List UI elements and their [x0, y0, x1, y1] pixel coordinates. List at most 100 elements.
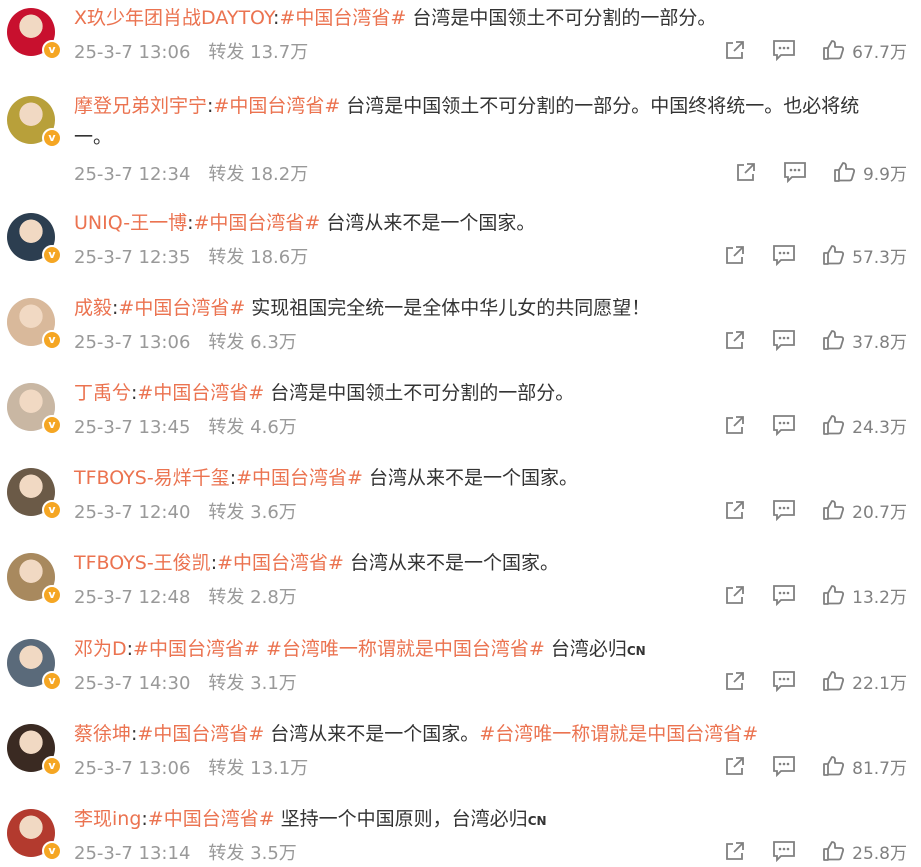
- comment-icon[interactable]: [772, 584, 796, 606]
- comment-text: 成毅:#中国台湾省# 实现祖国完全统一是全体中华儿女的共同愿望！: [74, 293, 893, 324]
- comment-icon[interactable]: [772, 329, 796, 351]
- timestamp[interactable]: 25-3-7 12:40: [74, 502, 190, 523]
- repost-value: 3.5万: [250, 843, 297, 864]
- share-icon[interactable]: [724, 840, 746, 862]
- repost-value: 3.6万: [250, 502, 297, 523]
- comment-body: 台湾必归: [544, 638, 627, 660]
- comment-meta: 25-3-7 14:30 转发 3.1万: [74, 669, 297, 695]
- username-link[interactable]: 成毅: [74, 297, 112, 319]
- comment-meta: 25-3-7 12:48 转发 2.8万: [74, 583, 297, 609]
- like-button[interactable]: 22.1万: [822, 669, 907, 694]
- comment-body: 台湾是中国领土不可分割的一部分。: [264, 382, 575, 404]
- timestamp[interactable]: 25-3-7 13:14: [74, 843, 190, 864]
- share-icon[interactable]: [724, 584, 746, 606]
- comment-icon[interactable]: [772, 39, 796, 61]
- like-button[interactable]: 13.2万: [822, 583, 907, 608]
- cn-label: CN: [527, 814, 547, 828]
- share-icon[interactable]: [724, 755, 746, 777]
- comment-icon[interactable]: [772, 499, 796, 521]
- username-link[interactable]: TFBOYS-易烊千玺: [74, 467, 230, 489]
- comment-icon[interactable]: [772, 670, 796, 692]
- verified-badge-icon: v: [42, 671, 62, 691]
- timestamp[interactable]: 25-3-7 14:30: [74, 673, 190, 694]
- username-link[interactable]: 李现ing: [74, 808, 141, 830]
- hashtag-link[interactable]: #中国台湾省#: [137, 382, 264, 404]
- repost-count: 转发 13.7万: [208, 42, 308, 63]
- like-button[interactable]: 24.3万: [822, 413, 907, 438]
- share-icon[interactable]: [724, 39, 746, 61]
- share-icon[interactable]: [724, 414, 746, 436]
- repost-count: 转发 3.6万: [208, 502, 296, 523]
- thumbs-up-icon: [822, 39, 845, 61]
- timestamp[interactable]: 25-3-7 12:48: [74, 587, 190, 608]
- share-icon[interactable]: [735, 161, 757, 183]
- timestamp[interactable]: 25-3-7 12:35: [74, 247, 190, 268]
- like-count: 24.3万: [852, 417, 907, 438]
- comment-body-continued: 一。: [74, 126, 113, 148]
- like-button[interactable]: 57.3万: [822, 243, 907, 268]
- verified-badge-icon: v: [42, 245, 62, 265]
- comment-body: 台湾从来不是一个国家。: [264, 723, 480, 745]
- share-icon[interactable]: [724, 244, 746, 266]
- hashtag-link[interactable]: #中国台湾省#: [118, 297, 245, 319]
- hashtag-link[interactable]: #中国台湾省#: [236, 467, 363, 489]
- comment-text: X玖少年团肖战DAYTOY:#中国台湾省# 台湾是中国领土不可分割的一部分。: [74, 3, 893, 34]
- timestamp[interactable]: 25-3-7 13:06: [74, 42, 190, 63]
- like-button[interactable]: 67.7万: [822, 38, 907, 63]
- hashtag-link[interactable]: #中国台湾省#: [137, 723, 264, 745]
- comment-meta: 25-3-7 13:06 转发 13.7万: [74, 38, 308, 64]
- repost-value: 6.3万: [250, 332, 297, 353]
- like-button[interactable]: 25.8万: [822, 839, 907, 864]
- comment-text: 丁禹兮:#中国台湾省# 台湾是中国领土不可分割的一部分。: [74, 378, 893, 409]
- repost-value: 4.6万: [250, 417, 297, 438]
- username-link[interactable]: 蔡徐坤: [74, 723, 131, 745]
- username-link[interactable]: 邓为D: [74, 638, 127, 660]
- comment-text: 李现ing:#中国台湾省# 坚持一个中国原则，台湾必归CN: [74, 804, 893, 837]
- like-count: 9.9万: [862, 164, 907, 185]
- username-link[interactable]: 摩登兄弟刘宇宁: [74, 95, 207, 117]
- comment-body: 实现祖国完全统一是全体中华儿女的共同愿望！: [245, 297, 651, 319]
- comment-icon[interactable]: [772, 840, 796, 862]
- comment-text: 蔡徐坤:#中国台湾省# 台湾从来不是一个国家。#台湾唯一称谓就是中国台湾省#: [74, 719, 893, 750]
- comment-meta: 25-3-7 13:06 转发 6.3万: [74, 328, 297, 354]
- username-link[interactable]: 丁禹兮: [74, 382, 131, 404]
- comment-body: 台湾从来不是一个国家。: [343, 552, 559, 574]
- hashtag-link[interactable]: #台湾唯一称谓就是中国台湾省#: [266, 638, 545, 660]
- timestamp[interactable]: 25-3-7 13:06: [74, 758, 190, 779]
- thumbs-up-icon: [822, 244, 845, 266]
- share-icon[interactable]: [724, 499, 746, 521]
- comment-icon[interactable]: [772, 414, 796, 436]
- repost-label: 转发: [208, 247, 245, 268]
- username-link[interactable]: UNIQ-王一博: [74, 212, 187, 234]
- like-button[interactable]: 81.7万: [822, 754, 907, 779]
- share-icon[interactable]: [724, 670, 746, 692]
- comment-icon[interactable]: [772, 755, 796, 777]
- hashtag-link[interactable]: #台湾唯一称谓就是中国台湾省#: [479, 723, 758, 745]
- hashtag-link[interactable]: #中国台湾省#: [148, 808, 275, 830]
- comment-text: 邓为D:#中国台湾省# #台湾唯一称谓就是中国台湾省# 台湾必归CN: [74, 634, 893, 667]
- verified-badge-icon: v: [42, 756, 62, 776]
- verified-badge-icon: v: [42, 585, 62, 605]
- hashtag-link[interactable]: #中国台湾省#: [193, 212, 320, 234]
- comment-icon[interactable]: [772, 244, 796, 266]
- share-icon[interactable]: [724, 329, 746, 351]
- thumbs-up-icon: [822, 329, 845, 351]
- like-count: 37.8万: [852, 332, 907, 353]
- like-count: 22.1万: [852, 673, 907, 694]
- timestamp[interactable]: 25-3-7 12:34: [74, 164, 190, 185]
- like-button[interactable]: 9.9万: [833, 160, 907, 185]
- comment-actions: 25.8万: [724, 837, 907, 865]
- like-button[interactable]: 37.8万: [822, 328, 907, 353]
- hashtag-link[interactable]: #中国台湾省#: [213, 95, 340, 117]
- like-button[interactable]: 20.7万: [822, 498, 907, 523]
- comment-actions: 24.3万: [724, 411, 907, 439]
- hashtag-link[interactable]: #中国台湾省#: [133, 638, 260, 660]
- hashtag-link[interactable]: #中国台湾省#: [279, 7, 406, 29]
- comment-icon[interactable]: [783, 161, 807, 183]
- repost-label: 转发: [208, 164, 245, 185]
- username-link[interactable]: X玖少年团肖战DAYTOY: [74, 7, 273, 29]
- timestamp[interactable]: 25-3-7 13:45: [74, 417, 190, 438]
- username-link[interactable]: TFBOYS-王俊凯: [74, 552, 211, 574]
- hashtag-link[interactable]: #中国台湾省#: [217, 552, 344, 574]
- timestamp[interactable]: 25-3-7 13:06: [74, 332, 190, 353]
